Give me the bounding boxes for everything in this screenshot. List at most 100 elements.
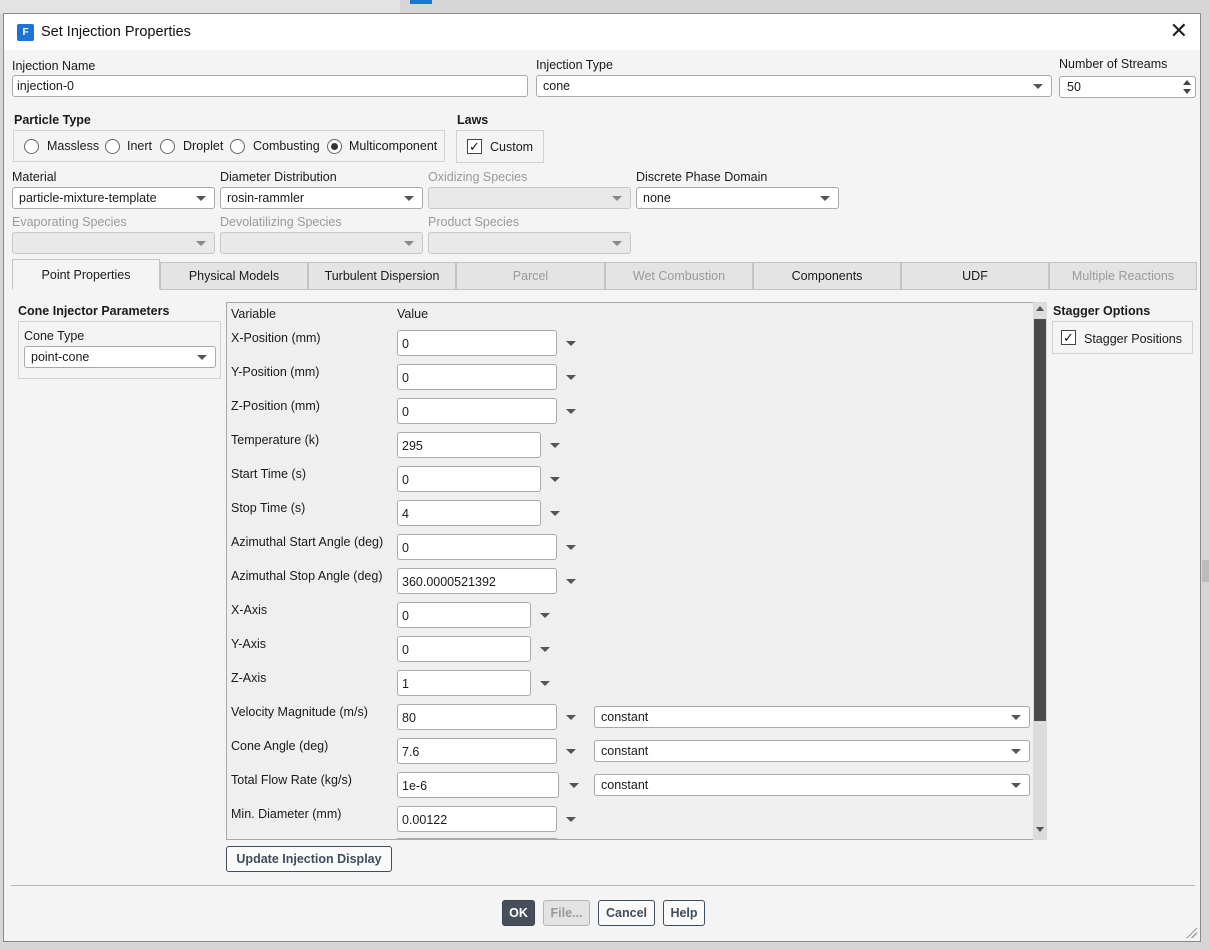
tab-multiple-reactions: Multiple Reactions: [1049, 262, 1197, 290]
total-flow-rate-input[interactable]: 1e-6: [397, 772, 559, 798]
tab-udf[interactable]: UDF: [901, 262, 1049, 290]
chevron-down-icon[interactable]: [540, 647, 550, 652]
radio-massless[interactable]: [24, 139, 39, 154]
title-bar: F Set Injection Properties ✕: [4, 14, 1200, 50]
z-axis-input[interactable]: 1: [397, 670, 531, 696]
cone-type-label: Cone Type: [24, 329, 85, 343]
chevron-down-icon[interactable]: [550, 477, 560, 482]
chevron-down-icon[interactable]: [566, 579, 576, 584]
update-injection-display-button[interactable]: Update Injection Display: [226, 846, 392, 872]
injection-type-label: Injection Type: [536, 58, 613, 72]
next-row-input-partial: [397, 838, 557, 839]
chevron-down-icon[interactable]: [566, 341, 576, 346]
discrete-phase-domain-dropdown[interactable]: none: [636, 187, 839, 209]
chevron-down-icon[interactable]: [540, 613, 550, 618]
stagger-options-group: ✓ Stagger Positions: [1052, 321, 1193, 354]
oxidizing-species-dropdown: [428, 187, 631, 209]
chevron-down-icon: [612, 241, 622, 246]
y-axis-input[interactable]: 0: [397, 636, 531, 662]
laws-group: ✓ Custom: [456, 130, 544, 163]
material-label: Material: [12, 170, 57, 184]
temperature-input[interactable]: 295: [397, 432, 541, 458]
tab-turbulent-dispersion[interactable]: Turbulent Dispersion: [308, 262, 456, 290]
close-icon[interactable]: ✕: [1170, 20, 1188, 42]
radio-multicomponent[interactable]: [327, 139, 342, 154]
cone-angle-input[interactable]: 7.6: [397, 738, 557, 764]
custom-laws-checkbox[interactable]: ✓: [467, 139, 482, 154]
tab-point-properties[interactable]: Point Properties: [12, 259, 160, 290]
chevron-down-icon[interactable]: [566, 817, 576, 822]
velocity-magnitude-input[interactable]: 80: [397, 704, 557, 730]
spin-up-icon[interactable]: [1183, 80, 1191, 85]
spin-down-icon[interactable]: [1183, 89, 1191, 94]
x-position-input[interactable]: 0: [397, 330, 557, 356]
material-value: particle-mixture-template: [19, 191, 157, 205]
set-injection-properties-dialog: F Set Injection Properties ✕ Injection N…: [3, 13, 1201, 942]
chevron-down-icon: [1011, 715, 1021, 720]
injection-name-input[interactable]: injection-0: [12, 75, 528, 97]
product-species-dropdown: [428, 232, 631, 254]
chevron-down-icon[interactable]: [566, 715, 576, 720]
scroll-up-icon[interactable]: [1036, 306, 1044, 311]
start-time-input[interactable]: 0: [397, 466, 541, 492]
stagger-positions-checkbox[interactable]: ✓: [1061, 330, 1076, 345]
cone-angle-profile-dropdown[interactable]: constant: [594, 740, 1030, 762]
chevron-down-icon[interactable]: [566, 375, 576, 380]
radio-droplet[interactable]: [160, 139, 175, 154]
radio-inert[interactable]: [105, 139, 120, 154]
diameter-distribution-value: rosin-rammler: [227, 191, 305, 205]
tab-parcel: Parcel: [456, 262, 605, 290]
cone-type-dropdown[interactable]: point-cone: [24, 346, 216, 368]
oxidizing-species-label: Oxidizing Species: [428, 170, 528, 184]
chevron-down-icon: [196, 241, 206, 246]
chevron-down-icon[interactable]: [566, 545, 576, 550]
row-label-azimuthal-start-angle: Azimuthal Start Angle (deg): [231, 535, 384, 549]
injection-type-dropdown[interactable]: cone: [536, 75, 1052, 97]
total-flow-rate-profile-dropdown[interactable]: constant: [594, 774, 1030, 796]
evaporating-species-label: Evaporating Species: [12, 215, 127, 229]
azimuthal-start-angle-input[interactable]: 0: [397, 534, 557, 560]
row-label-y-position: Y-Position (mm): [231, 365, 320, 379]
cancel-button[interactable]: Cancel: [598, 900, 655, 926]
diameter-distribution-dropdown[interactable]: rosin-rammler: [220, 187, 423, 209]
help-button[interactable]: Help: [663, 900, 705, 926]
chevron-down-icon[interactable]: [566, 749, 576, 754]
radio-combusting[interactable]: [230, 139, 245, 154]
radio-droplet-label: Droplet: [183, 139, 224, 153]
chevron-down-icon[interactable]: [550, 443, 560, 448]
file-button: File...: [543, 900, 590, 926]
discrete-phase-domain-value: none: [643, 191, 671, 205]
custom-laws-label: Custom: [490, 140, 534, 154]
injection-name-label: Injection Name: [12, 59, 96, 73]
azimuthal-stop-angle-input[interactable]: 360.0000521392: [397, 568, 557, 594]
chevron-down-icon[interactable]: [566, 409, 576, 414]
radio-inert-label: Inert: [127, 139, 153, 153]
y-position-input[interactable]: 0: [397, 364, 557, 390]
number-of-streams-spinner[interactable]: 50: [1059, 76, 1196, 98]
resize-grip-icon[interactable]: [1185, 926, 1197, 938]
tab-physical-models[interactable]: Physical Models: [160, 262, 308, 290]
row-label-z-position: Z-Position (mm): [231, 399, 320, 413]
devolatilizing-species-dropdown: [220, 232, 423, 254]
row-label-start-time: Start Time (s): [231, 467, 307, 481]
row-label-min-diameter: Min. Diameter (mm): [231, 807, 342, 821]
chevron-down-icon: [196, 196, 206, 201]
chevron-down-icon[interactable]: [540, 681, 550, 686]
laws-title: Laws: [457, 113, 489, 127]
tab-components[interactable]: Components: [753, 262, 901, 290]
table-scrollbar-thumb[interactable]: [1034, 319, 1046, 721]
min-diameter-input[interactable]: 0.00122: [397, 806, 557, 832]
z-position-input[interactable]: 0: [397, 398, 557, 424]
x-axis-input[interactable]: 0: [397, 602, 531, 628]
chevron-down-icon[interactable]: [550, 511, 560, 516]
ok-button[interactable]: OK: [502, 900, 535, 926]
scroll-down-icon[interactable]: [1036, 827, 1044, 832]
velocity-magnitude-profile-dropdown[interactable]: constant: [594, 706, 1030, 728]
particle-type-title: Particle Type: [14, 113, 91, 127]
row-label-z-axis: Z-Axis: [231, 671, 267, 685]
number-of-streams-label: Number of Streams: [1059, 57, 1168, 71]
cone-injector-group: Cone Type point-cone: [18, 321, 221, 379]
material-dropdown[interactable]: particle-mixture-template: [12, 187, 215, 209]
stop-time-input[interactable]: 4: [397, 500, 541, 526]
chevron-down-icon[interactable]: [569, 783, 579, 788]
